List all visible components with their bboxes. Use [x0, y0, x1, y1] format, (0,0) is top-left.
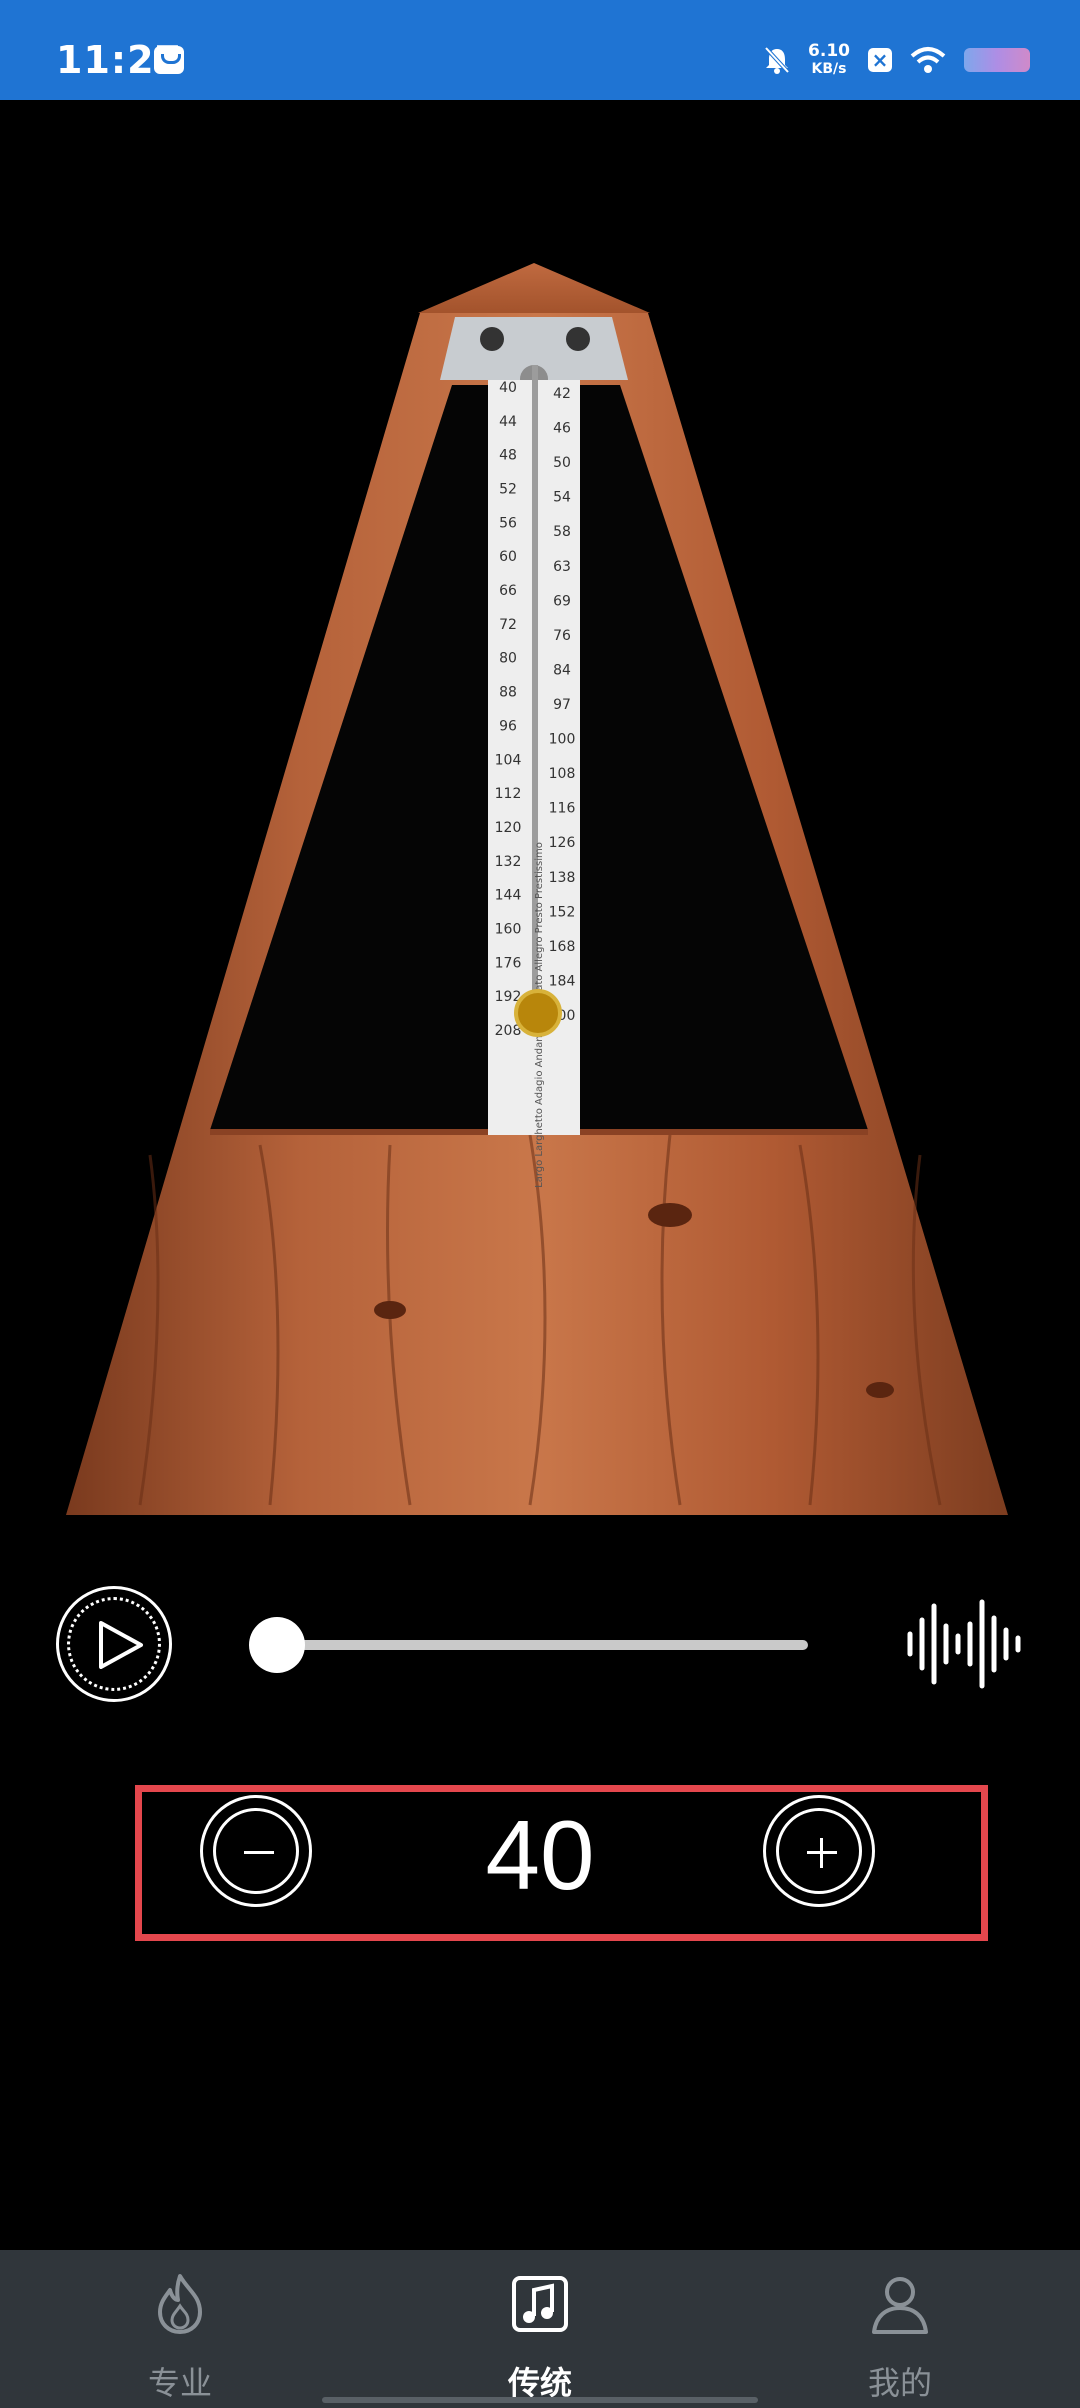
decrement-button[interactable]	[200, 1795, 312, 1907]
scale-tick-left: 208	[495, 1023, 522, 1039]
scale-tick-right: 168	[549, 939, 576, 955]
scale-tick-left: 40	[499, 380, 517, 396]
scale-tick-left: 176	[495, 955, 522, 971]
metronome-cap	[418, 263, 650, 313]
person-icon	[872, 2277, 928, 2334]
home-indicator[interactable]	[322, 2397, 758, 2403]
scale-tick-right: 58	[553, 524, 571, 540]
play-icon	[99, 1621, 143, 1669]
sound-wave-icon[interactable]	[906, 1598, 1024, 1690]
nav-label-pro: 专业	[147, 2364, 212, 2402]
scale-tick-right: 97	[553, 697, 571, 713]
flame-icon	[158, 2274, 202, 2334]
scale-tick-right: 184	[549, 973, 576, 989]
net-speed-unit: KB/s	[811, 61, 847, 77]
pendulum-weight	[514, 989, 562, 1037]
scale-tick-left: 52	[499, 482, 517, 498]
net-speed: 6.10 KB/s	[808, 42, 850, 78]
metronome-illustration: 40 44 48 52 56 60 66 72 80 88 96 104 112 120 132 144 160…	[66, 263, 1008, 1515]
scale-tick-left: 60	[499, 549, 517, 565]
bottom-nav: 专业 传统 我的	[0, 2250, 1080, 2408]
scale-tick-right: 138	[549, 870, 576, 886]
bell-muted-icon	[764, 46, 790, 74]
tempo-slider-thumb[interactable]	[249, 1617, 305, 1673]
increment-button[interactable]	[763, 1795, 875, 1907]
music-note-icon	[512, 2276, 568, 2332]
scale-tick-right: 46	[553, 421, 571, 437]
bpm-value: 40	[485, 1800, 595, 1910]
scale-tick-right: 126	[549, 835, 576, 851]
scale-tick-left: 96	[499, 718, 517, 734]
play-button[interactable]	[56, 1586, 172, 1702]
scale-tick-left: 104	[495, 752, 522, 768]
scale-tick-left: 88	[499, 685, 517, 701]
increment-button-ring	[776, 1808, 862, 1894]
mail-icon	[154, 46, 184, 74]
nav-tab-pro[interactable]: 专业	[0, 2250, 360, 2408]
battery-icon	[964, 48, 1030, 72]
status-icons: 6.10 KB/s ×	[764, 40, 1030, 80]
scale-tick-left: 66	[499, 583, 517, 599]
scale-tick-right: 69	[553, 593, 571, 609]
tempo-slider-track[interactable]	[250, 1640, 808, 1650]
scale-tick-right: 50	[553, 455, 571, 471]
scale-tick-left: 48	[499, 448, 517, 464]
scale-tick-left: 44	[499, 414, 517, 430]
scale-tick-left: 72	[499, 617, 517, 633]
decrement-button-ring	[213, 1808, 299, 1894]
scale-tick-left: 112	[495, 786, 522, 802]
nav-label-mine: 我的	[867, 2364, 932, 2402]
scale-tick-right: 84	[553, 662, 571, 678]
plus-icon	[820, 1838, 823, 1868]
scale-tick-right: 108	[549, 766, 576, 782]
nav-tab-traditional[interactable]: 传统	[360, 2250, 720, 2408]
scale-tick-right: 42	[553, 386, 571, 402]
wifi-icon	[910, 47, 946, 73]
scale-tick-right: 76	[553, 628, 571, 644]
sim-x-icon: ×	[868, 48, 892, 72]
scale-tick-left: 160	[495, 921, 522, 937]
scale-tick-right: 116	[549, 801, 576, 817]
scale-tick-left: 80	[499, 651, 517, 667]
minus-icon	[244, 1851, 274, 1854]
scale-tick-left: 132	[495, 854, 522, 870]
scale-tick-left: 144	[495, 888, 522, 904]
scale-tick-left: 56	[499, 515, 517, 531]
scale-tick-right: 54	[553, 490, 571, 506]
scale-tick-left: 120	[495, 820, 522, 836]
net-speed-value: 6.10	[808, 41, 850, 61]
nav-tab-mine[interactable]: 我的	[720, 2250, 1080, 2408]
scale-tick-right: 152	[549, 904, 576, 920]
status-bar: 11:27 6.10 KB/s ×	[0, 0, 1080, 100]
scale-tick-right: 63	[553, 559, 571, 575]
scale-tick-right: 100	[549, 732, 576, 748]
